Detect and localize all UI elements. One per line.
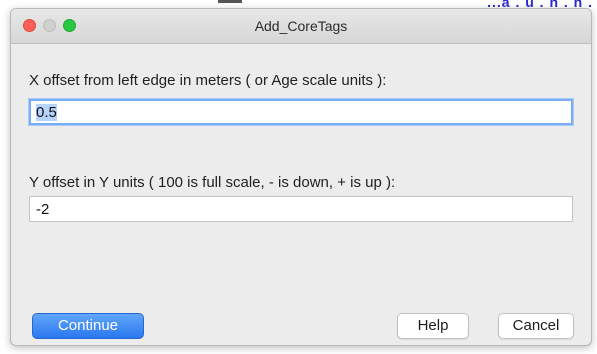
dialog-window: Add_CoreTags X offset from left edge in … (10, 8, 592, 346)
y-offset-label: Y offset in Y units ( 100 is full scale,… (29, 174, 396, 191)
window-title: Add_CoreTags (254, 18, 348, 34)
cancel-button[interactable]: Cancel (498, 313, 574, 339)
continue-button[interactable]: Continue (32, 313, 144, 339)
help-button[interactable]: Help (397, 313, 469, 339)
background-mark (218, 0, 242, 3)
title-bar[interactable]: Add_CoreTags (11, 9, 591, 44)
y-offset-value: -2 (36, 201, 50, 218)
y-offset-input[interactable]: -2 (29, 196, 573, 222)
x-offset-value: 0.5 (36, 104, 57, 121)
screen: ...a . u . n . n . Add_CoreTags X offset… (0, 0, 597, 354)
x-offset-input[interactable]: 0.5 (29, 99, 573, 125)
x-offset-label: X offset from left edge in meters ( or A… (29, 72, 387, 89)
